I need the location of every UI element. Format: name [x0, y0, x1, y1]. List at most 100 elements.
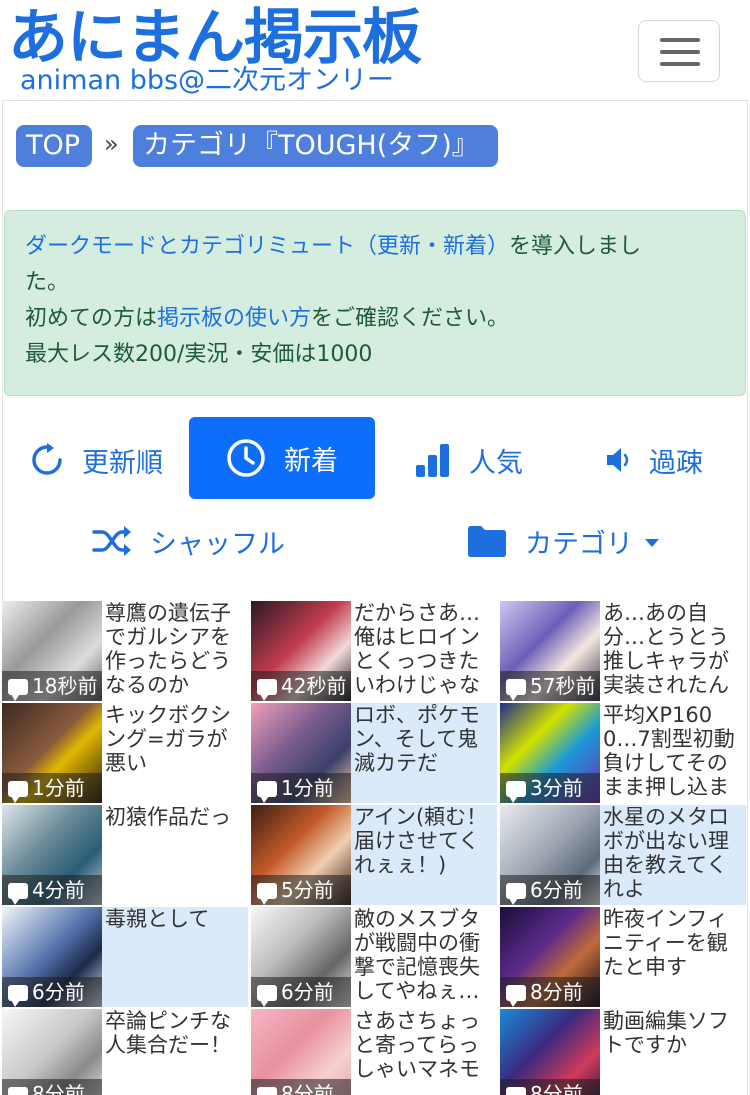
comment-icon	[8, 1087, 28, 1095]
thread-thumbnail[interactable]: 1分前	[2, 703, 102, 803]
hamburger-menu-button[interactable]	[638, 20, 720, 82]
sort-new-button[interactable]: 新着	[189, 417, 375, 499]
sort-updated-button[interactable]: 更新順	[30, 419, 180, 501]
shuffle-icon	[92, 526, 131, 556]
speaker-icon	[607, 448, 629, 472]
thread-card[interactable]: 8分前 さあさちょっと寄ってらっしゃいマネモ	[251, 1009, 497, 1095]
thread-title[interactable]: だからさあ…俺はヒロインとくっつきたいわけじゃな	[354, 601, 496, 701]
thread-card[interactable]: 1分前 キックボクシング=ガラが悪い	[2, 703, 248, 803]
breadcrumb-top-link[interactable]: TOP	[16, 125, 92, 167]
thread-card[interactable]: 5分前 アイン(頼む！届けさせてくれぇぇ！)	[251, 805, 497, 905]
thread-card[interactable]: 1分前 ロボ、ポケモン、そして鬼滅カテだ	[251, 703, 497, 803]
shuffle-button[interactable]: シャッフル	[92, 500, 292, 582]
sort-inactive-label: 過疎	[649, 447, 703, 479]
notice-text: た。	[25, 270, 70, 295]
thread-thumbnail[interactable]: 8分前	[500, 907, 600, 1007]
thread-time: 8分前	[530, 1082, 583, 1095]
thread-card[interactable]: 57秒前 あ…あの自分…とうとう推しキャラが実装されたん	[500, 601, 746, 701]
sort-popular-label: 人気	[469, 447, 523, 479]
thread-time: 6分前	[530, 878, 583, 902]
thread-title[interactable]: 卒論ピンチな人集合だー！	[105, 1009, 247, 1095]
thread-title[interactable]: 平均XP1600…7割型初動負けしてそのまま押し込ま	[603, 703, 745, 803]
comment-icon	[506, 679, 526, 701]
thread-time-badge: 8分前	[500, 977, 600, 1007]
refresh-icon	[32, 443, 62, 475]
thread-card[interactable]: 42秒前 だからさあ…俺はヒロインとくっつきたいわけじゃな	[251, 601, 497, 701]
thread-title[interactable]: 毒親として	[105, 907, 247, 1007]
thread-time-badge: 3分前	[500, 773, 600, 803]
thread-title[interactable]: 尊鷹の遺伝子でガルシアを作ったらどうなるのか	[105, 601, 247, 701]
thread-thumbnail[interactable]: 8分前	[251, 1009, 351, 1095]
thread-time-badge: 1分前	[2, 773, 102, 803]
thread-title[interactable]: アイン(頼む！届けさせてくれぇぇ！)	[354, 805, 496, 905]
thread-title[interactable]: 昨夜インフィニティーを観たと申す	[603, 907, 745, 1007]
thread-card[interactable]: 8分前 昨夜インフィニティーを観たと申す	[500, 907, 746, 1007]
thread-card[interactable]: 8分前 卒論ピンチな人集合だー！	[2, 1009, 248, 1095]
thread-card[interactable]: 6分前 敵のメスブタが戦闘中の衝撃で記憶喪失してやねぇ…	[251, 907, 497, 1007]
caret-down-icon	[645, 539, 659, 547]
comment-icon	[8, 883, 28, 905]
thread-time-badge: 6分前	[251, 977, 351, 1007]
thread-time-badge: 8分前	[500, 1079, 600, 1095]
dark-mode-link[interactable]: ダークモードとカテゴリミュート（更新・新着）	[25, 234, 509, 259]
menu-bar-icon	[660, 38, 700, 42]
category-dropdown-button[interactable]: カテゴリ	[467, 500, 667, 582]
thread-card[interactable]: 8分前 動画編集ソフトですか	[500, 1009, 746, 1095]
thread-card[interactable]: 6分前 水星のメタロボが出ない理由を教えてくれよ	[500, 805, 746, 905]
thread-title[interactable]: ロボ、ポケモン、そして鬼滅カテだ	[354, 703, 496, 803]
comment-icon	[506, 883, 526, 905]
thread-time-badge: 4分前	[2, 875, 102, 905]
comment-icon	[506, 781, 526, 803]
thread-title[interactable]: 動画編集ソフトですか	[603, 1009, 745, 1095]
thread-title[interactable]: 初猿作品だっ	[105, 805, 247, 905]
thread-thumbnail[interactable]: 6分前	[500, 805, 600, 905]
thread-card[interactable]: 4分前 初猿作品だっ	[2, 805, 248, 905]
thread-card[interactable]: 18秒前 尊鷹の遺伝子でガルシアを作ったらどうなるのか	[2, 601, 248, 701]
bar-chart-icon	[416, 444, 449, 477]
thread-thumbnail[interactable]: 3分前	[500, 703, 600, 803]
thread-thumbnail[interactable]: 6分前	[251, 907, 351, 1007]
thread-time: 3分前	[530, 776, 583, 800]
thread-thumbnail[interactable]: 42秒前	[251, 601, 351, 701]
thread-card[interactable]: 3分前 平均XP1600…7割型初動負けしてそのまま押し込ま	[500, 703, 746, 803]
comment-icon	[8, 985, 28, 1007]
thread-thumbnail[interactable]: 4分前	[2, 805, 102, 905]
thread-title[interactable]: さあさちょっと寄ってらっしゃいマネモ	[354, 1009, 496, 1095]
thread-time-badge: 8分前	[251, 1079, 351, 1095]
thread-thumbnail[interactable]: 6分前	[2, 907, 102, 1007]
sort-updated-label: 更新順	[82, 447, 163, 479]
thread-time: 8分前	[530, 980, 583, 1004]
comment-icon	[257, 883, 277, 905]
notice-text: 最大レス数200/実況・安価は1000	[25, 342, 373, 367]
thread-time: 8分前	[32, 1082, 85, 1095]
thread-title[interactable]: 水星のメタロボが出ない理由を教えてくれよ	[603, 805, 745, 905]
notice-text: を導入しまし	[509, 234, 642, 259]
comment-icon	[8, 679, 28, 701]
sort-new-label: 新着	[284, 445, 338, 477]
thread-thumbnail[interactable]: 8分前	[2, 1009, 102, 1095]
usage-guide-link[interactable]: 掲示板の使い方	[157, 306, 311, 331]
thread-thumbnail[interactable]: 8分前	[500, 1009, 600, 1095]
site-header: あにまん掲示板 animan bbs@二次元オンリー	[0, 0, 750, 100]
thread-thumbnail[interactable]: 5分前	[251, 805, 351, 905]
thread-title[interactable]: キックボクシング=ガラが悪い	[105, 703, 247, 803]
comment-icon	[506, 1087, 526, 1095]
sort-inactive-button[interactable]: 過疎	[605, 419, 725, 501]
thread-card[interactable]: 6分前 毒親として	[2, 907, 248, 1007]
thread-time: 18秒前	[32, 674, 98, 698]
thread-thumbnail[interactable]: 1分前	[251, 703, 351, 803]
breadcrumb-category-link[interactable]: カテゴリ『TOUGH(タフ)』	[133, 125, 498, 167]
folder-icon	[468, 526, 506, 557]
comment-icon	[257, 985, 277, 1007]
thread-time-badge: 18秒前	[2, 671, 102, 701]
notice-alert: ダークモードとカテゴリミュート（更新・新着）を導入しまし た。 初めての方は掲示…	[4, 210, 746, 396]
thread-time: 6分前	[32, 980, 85, 1004]
menu-bar-icon	[660, 62, 700, 66]
sort-popular-button[interactable]: 人気	[415, 419, 545, 501]
thread-thumbnail[interactable]: 57秒前	[500, 601, 600, 701]
thread-time: 1分前	[32, 776, 85, 800]
thread-thumbnail[interactable]: 18秒前	[2, 601, 102, 701]
thread-title[interactable]: あ…あの自分…とうとう推しキャラが実装されたん	[603, 601, 745, 701]
thread-time-badge: 8分前	[2, 1079, 102, 1095]
thread-title[interactable]: 敵のメスブタが戦闘中の衝撃で記憶喪失してやねぇ…	[354, 907, 496, 1007]
